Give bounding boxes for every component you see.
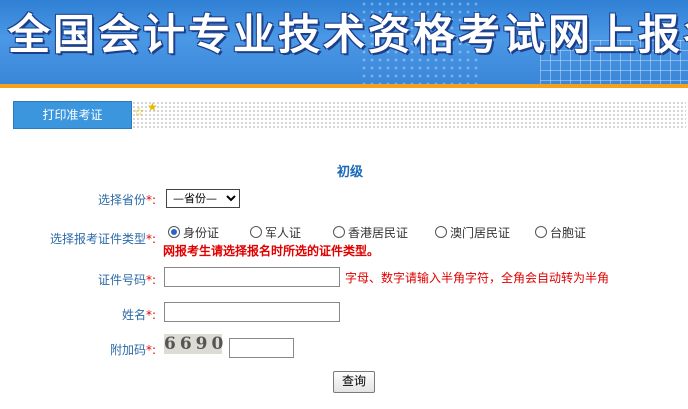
radio-label: 台胞证: [550, 226, 587, 240]
query-button[interactable]: 查询: [333, 371, 375, 393]
required-mark: *:: [146, 343, 157, 357]
star-icon: ☆: [133, 105, 145, 120]
required-mark: *:: [146, 273, 157, 287]
star-icon: ★: [147, 100, 158, 114]
radio-label: 军人证: [265, 226, 302, 240]
province-label: 选择省份*:: [98, 191, 156, 208]
required-mark: *:: [146, 308, 157, 322]
id-type-warning: 网报考生请选择报名时所选的证件类型。: [163, 244, 380, 258]
captcha-input[interactable]: [229, 338, 294, 358]
id-number-label-text: 证件号码: [98, 273, 147, 287]
header-divider: [0, 84, 688, 88]
id-number-hint: 字母、数字请输入半角字符，全角会自动转为半角: [345, 271, 610, 285]
radio-label: 香港居民证: [348, 226, 409, 240]
tab-print-admission-ticket[interactable]: 打印准考证: [13, 101, 132, 129]
id-type-label: 选择报考证件类型*:: [50, 230, 156, 247]
header-banner: 全国会计专业技术资格考试网上报名系统: [0, 0, 688, 84]
captcha-label-text: 附加码: [110, 343, 147, 357]
radio-macau-card[interactable]: 澳门居民证: [435, 224, 510, 241]
radio-id-card[interactable]: 身份证: [168, 224, 219, 241]
radio-button[interactable]: [333, 226, 345, 238]
province-label-text: 选择省份: [98, 193, 147, 207]
radio-label: 澳门居民证: [450, 226, 511, 240]
captcha-label: 附加码*:: [110, 341, 156, 358]
required-mark: *:: [146, 193, 157, 207]
captcha-image[interactable]: 6690: [164, 334, 223, 354]
radio-button[interactable]: [250, 226, 262, 238]
radio-military-card[interactable]: 军人证: [250, 224, 301, 241]
required-mark: *:: [146, 232, 157, 246]
exam-level-title: 初级: [337, 165, 364, 180]
radio-button[interactable]: [435, 226, 447, 238]
province-select[interactable]: —省份—: [166, 189, 240, 208]
radio-label: 身份证: [183, 226, 220, 240]
id-number-input[interactable]: [164, 267, 340, 287]
banner-title: 全国会计专业技术资格考试网上报名系统: [8, 10, 688, 59]
radio-button[interactable]: [535, 226, 547, 238]
name-label-text: 姓名: [122, 308, 147, 322]
radio-button-checked[interactable]: [168, 226, 180, 238]
radio-taiwan-card[interactable]: 台胞证: [535, 224, 586, 241]
id-number-label: 证件号码*:: [98, 271, 156, 288]
id-type-label-text: 选择报考证件类型: [50, 232, 147, 246]
name-label: 姓名*:: [122, 306, 156, 323]
radio-hongkong-card[interactable]: 香港居民证: [333, 224, 408, 241]
name-input[interactable]: [164, 302, 340, 322]
